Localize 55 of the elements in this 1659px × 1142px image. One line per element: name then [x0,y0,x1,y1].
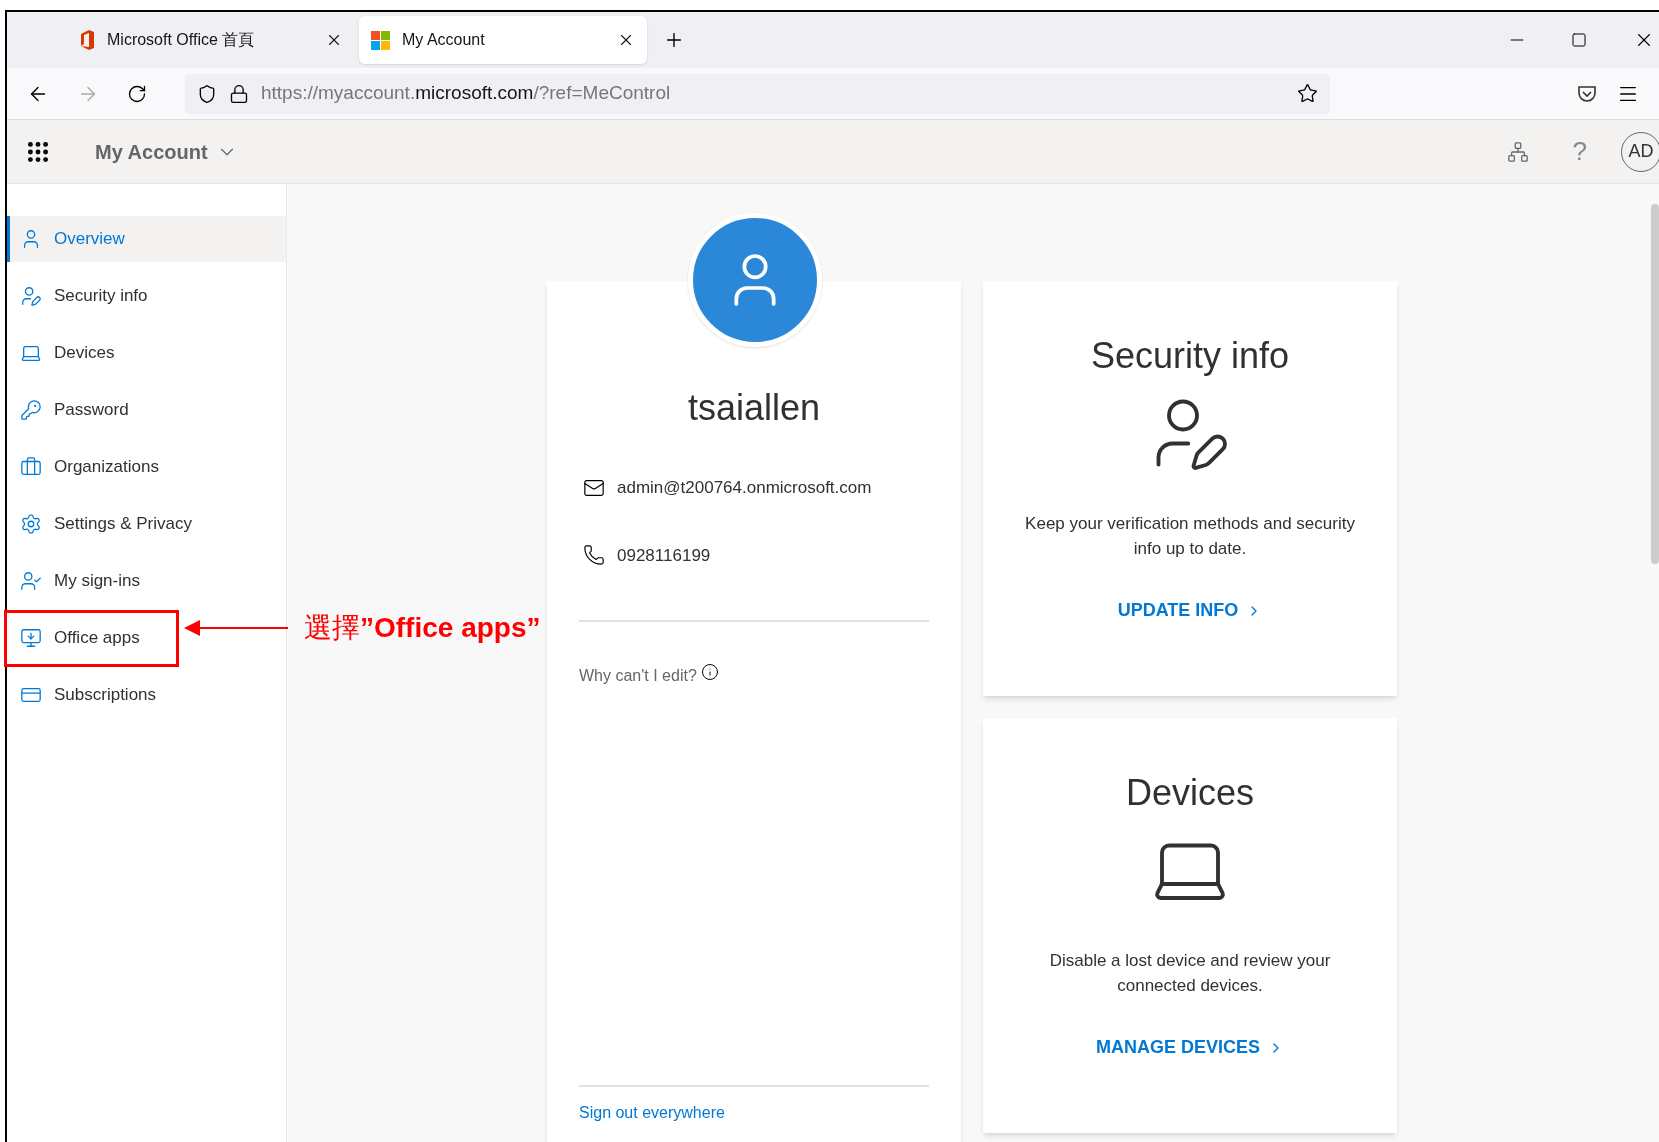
phone-icon [583,544,605,567]
sign-out-link[interactable]: Sign out everywhere [579,1101,725,1125]
office-logo-icon [79,30,95,50]
briefcase-icon [20,456,42,478]
reload-icon[interactable] [127,83,147,104]
profile-name: tsaiallen [687,386,821,430]
tab-title: Microsoft Office 首頁 [107,30,256,50]
sidebar-item[interactable]: Organizations [7,444,286,490]
sidebar-label: Security info [54,285,148,308]
sidebar-item[interactable]: Subscriptions [7,672,286,718]
annotation-text: 選擇”Office apps” [304,611,541,645]
sidebar-item[interactable]: Office apps [7,615,286,661]
card-description: Keep your verification methods and security info up to date. [1024,513,1356,560]
browser-tab[interactable]: My Account [359,16,647,64]
sidebar-label: Overview [54,228,125,251]
key-icon [20,399,42,421]
sidebar-item[interactable]: Password [7,387,286,433]
sidebar-label: Subscriptions [54,684,157,707]
card-link[interactable]: UPDATE INFO [1117,597,1263,624]
sidebar-label: My sign-ins [54,570,140,593]
monitor-download-icon [20,627,42,649]
gear-icon [20,513,42,535]
maximize-icon[interactable] [1571,32,1587,48]
info-icon[interactable] [700,663,719,681]
phone-text: 0928116199 [617,544,711,567]
lock-icon [229,83,249,104]
browser-tab[interactable]: Microsoft Office 首頁 [67,16,355,64]
sidebar-label: Settings & Privacy [54,513,192,536]
sidebar-label: Organizations [54,456,159,479]
sidebar-item[interactable]: Security info [7,273,286,319]
user-pen-icon [20,285,42,307]
star-icon[interactable] [1297,83,1318,104]
address-bar[interactable]: https://myaccount.microsoft.com/?ref=MeControl [185,73,1330,114]
why-cant-edit-text: Why can't I edit? [579,666,697,686]
tab-title: My Account [402,30,486,50]
sidebar-item[interactable]: My sign-ins [7,558,286,604]
sidebar-label: Devices [54,342,115,365]
card-description: Disable a lost device and review your connected devices. [1048,950,1332,997]
scrollbar[interactable] [1651,204,1659,564]
sidebar-item[interactable]: Devices [7,330,286,376]
card-title: Security info [1090,334,1290,378]
email-text: admin@t200764.onmicrosoft.com [617,477,872,499]
sidebar-label: Office apps [54,627,140,650]
sidebar-label: Password [54,399,129,422]
sidebar-item[interactable]: Settings & Privacy [7,501,286,547]
shield-icon [197,83,217,104]
sidebar-item[interactable]: Overview [7,216,286,262]
url-text: https://myaccount.microsoft.com/?ref=MeControl [261,81,672,106]
windows-logo-icon [371,30,390,50]
app-title-dropdown[interactable]: My Account [95,136,238,167]
user-check-icon [20,570,42,592]
card-link[interactable]: MANAGE DEVICES [1096,1034,1284,1061]
pocket-icon[interactable] [1577,84,1597,103]
org-chart-icon[interactable] [1506,140,1529,163]
card-title: Devices [1125,771,1254,815]
